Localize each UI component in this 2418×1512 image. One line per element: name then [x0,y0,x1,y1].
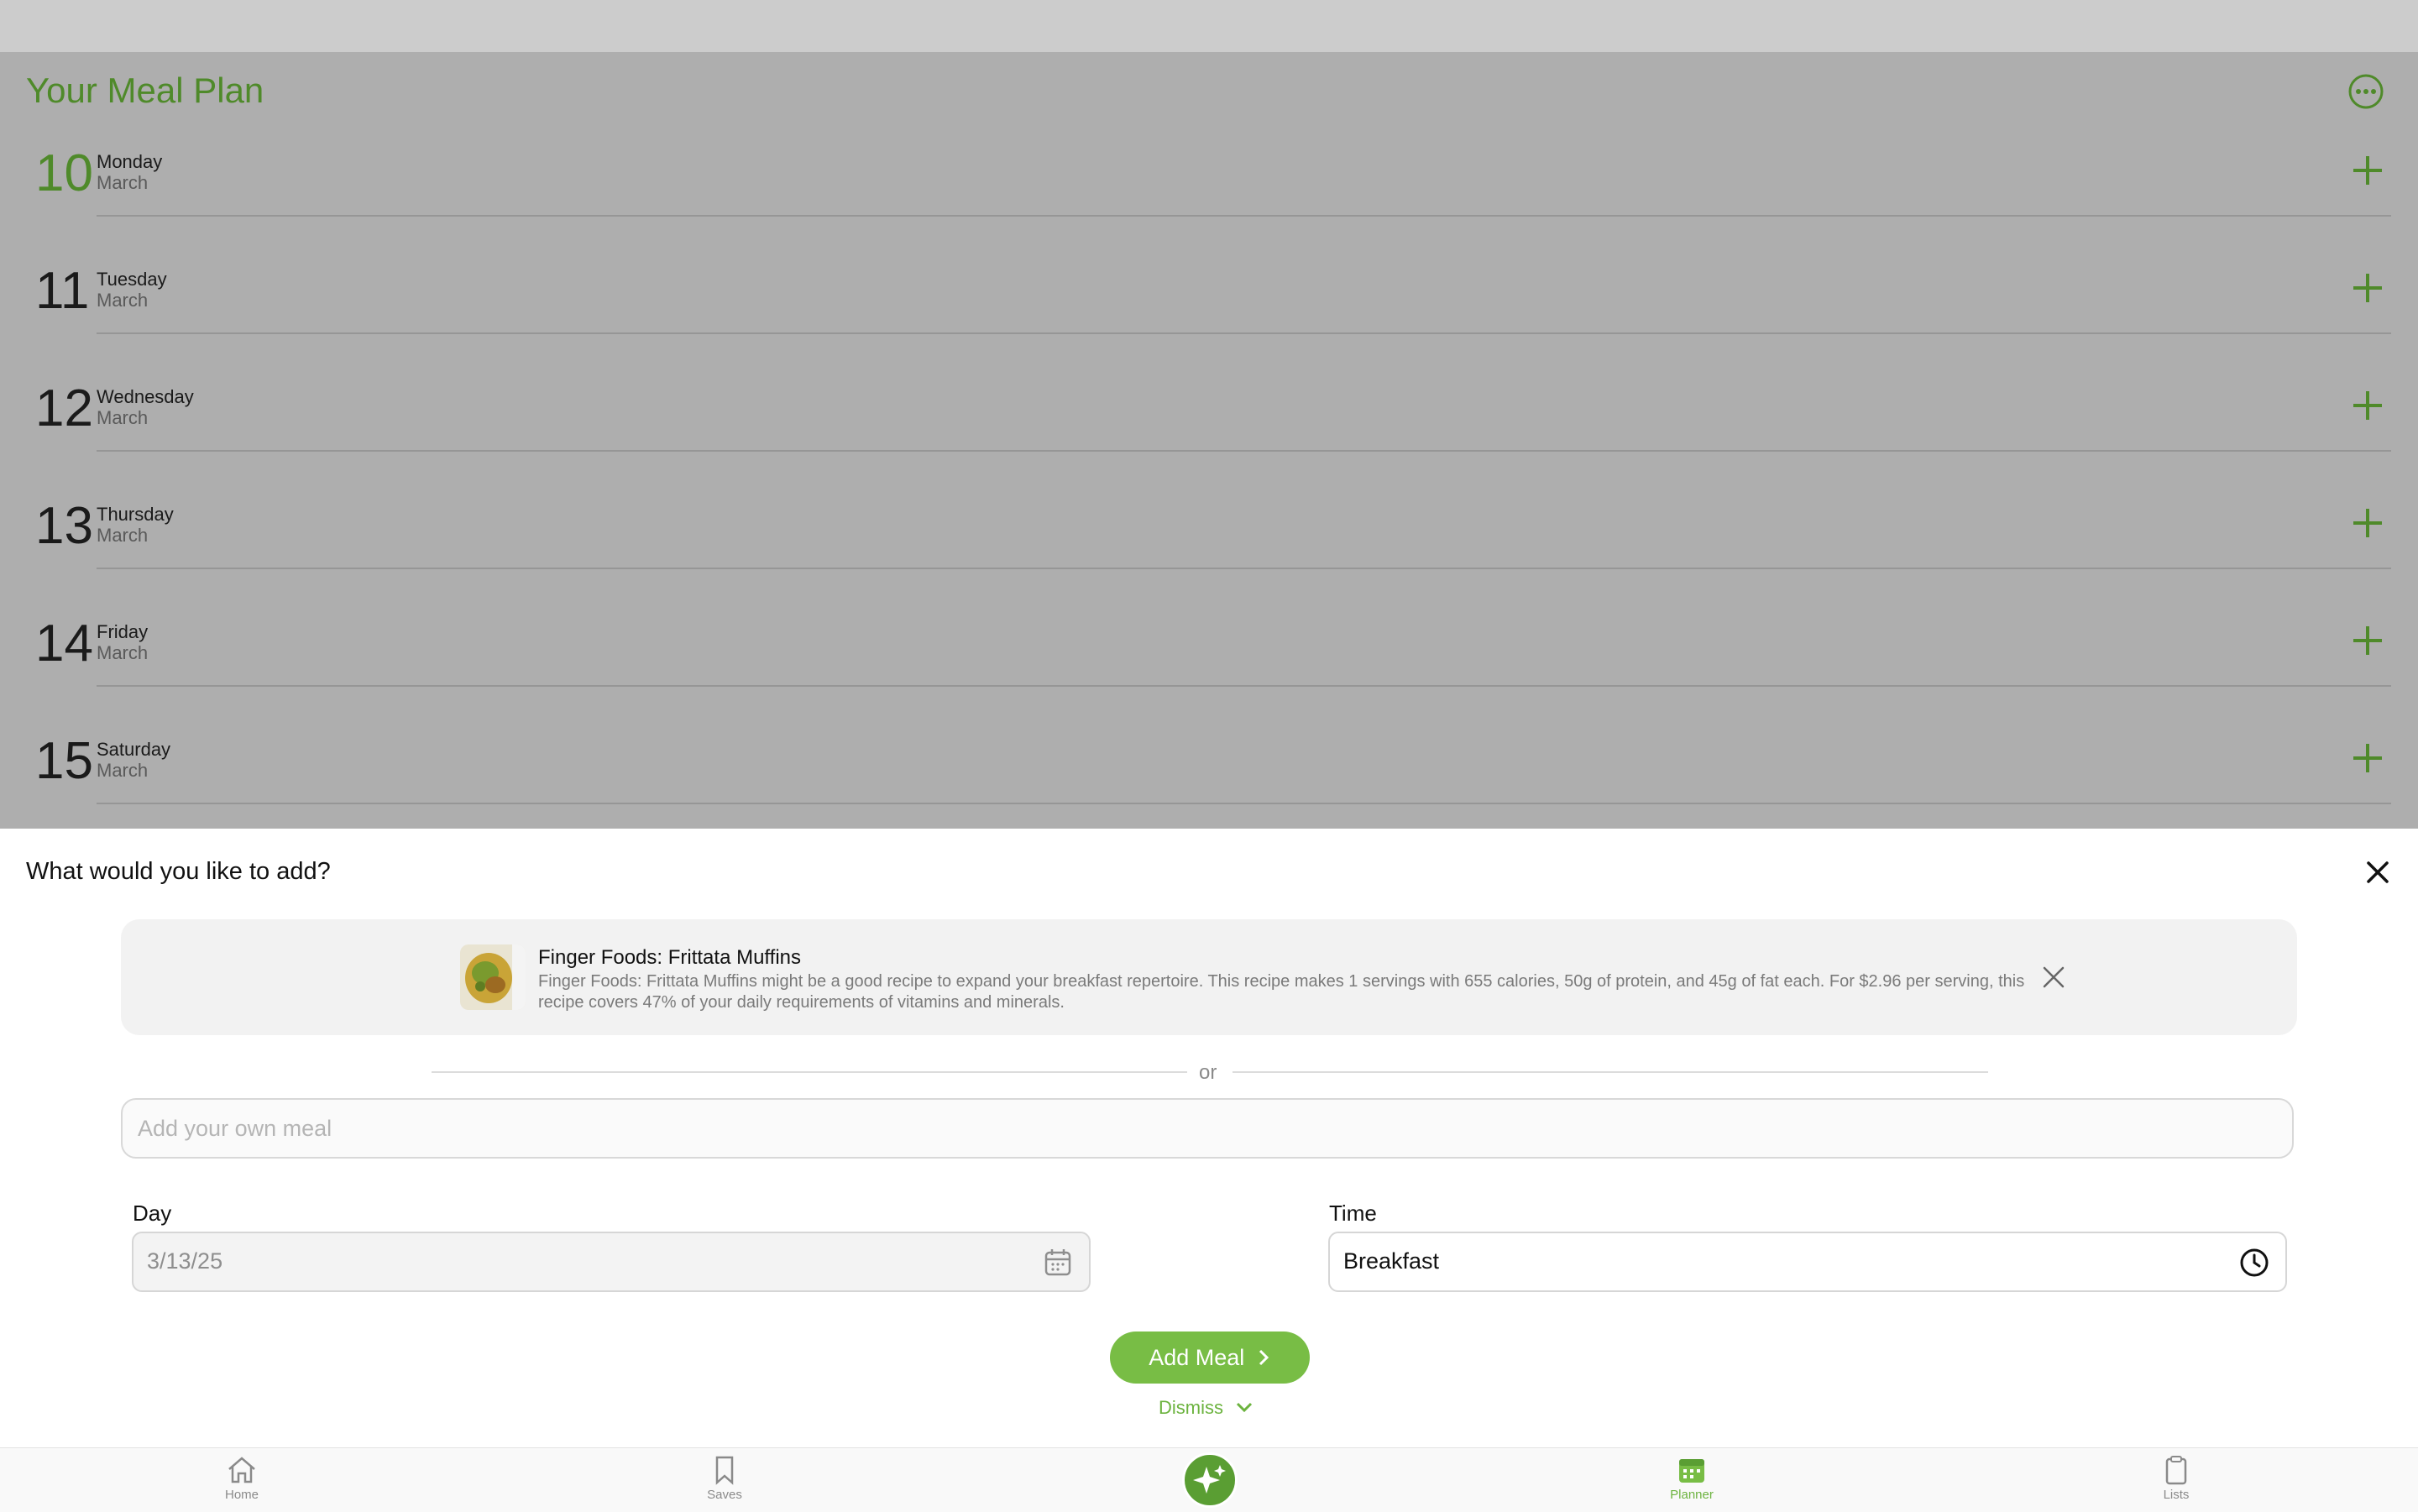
day-weekday: Wednesday [97,386,194,407]
dismiss-label: Dismiss [1159,1397,1223,1418]
day-weekday: Monday [97,151,163,172]
calendar-icon [1044,1249,1071,1276]
day-number: 10 [35,144,93,202]
day-value: 3/13/25 [147,1248,223,1274]
page-title: Your Meal Plan [26,71,264,110]
add-meal-button[interactable]: Add Meal [1110,1332,1310,1384]
dismiss-button[interactable]: Dismiss [1159,1397,1253,1419]
ai-assistant-button[interactable] [1182,1452,1238,1508]
more-options-icon[interactable] [2348,74,2384,109]
day-row-saturday: 15 Saturday March [0,712,2418,829]
day-number: 13 [35,497,93,555]
day-number: 12 [35,379,93,437]
recipe-thumbnail [460,944,526,1010]
day-number: 11 [35,262,90,320]
day-row-monday: 10 Monday March [0,124,2418,242]
time-picker[interactable]: Breakfast [1328,1232,2287,1292]
remove-recipe-icon[interactable] [2039,963,2068,991]
tab-label: Saves [707,1488,742,1502]
day-weekday: Friday [97,621,149,642]
day-row-thursday: 13 Thursday March [0,477,2418,594]
status-bar [0,0,2418,52]
divider [97,568,2391,569]
tab-planner[interactable]: Planner [1641,1455,1742,1502]
calendar-icon [1679,1459,1704,1483]
divider [97,450,2391,452]
close-icon[interactable] [2361,855,2394,889]
day-weekday: Tuesday [97,269,167,290]
tab-label: Planner [1670,1488,1714,1502]
sparkle-icon [1193,1465,1226,1494]
recipe-description: Finger Foods: Frittata Muffins might be … [538,972,2025,1012]
tab-saves[interactable]: Saves [674,1455,775,1502]
recipe-suggestion-card[interactable]: Finger Foods: Frittata Muffins Finger Fo… [121,919,2297,1035]
day-label: Day [133,1201,172,1226]
divider [432,1071,1187,1073]
clock-icon [2240,1248,2269,1277]
add-meal-plus-icon[interactable] [2350,388,2385,423]
divider [97,332,2391,334]
tab-label: Lists [2163,1488,2190,1502]
day-weekday: Thursday [97,504,174,525]
day-month: March [97,525,149,546]
chevron-down-icon [1237,1402,1253,1413]
chevron-right-icon [1259,1349,1269,1366]
divider [97,803,2391,804]
add-meal-plus-icon[interactable] [2350,153,2385,188]
bookmark-icon [715,1456,734,1485]
recipe-title: Finger Foods: Frittata Muffins [538,946,802,969]
day-picker[interactable]: 3/13/25 [132,1232,1091,1292]
day-row-friday: 14 Friday March [0,594,2418,712]
day-number: 14 [35,615,93,672]
tab-home[interactable]: Home [191,1455,292,1502]
add-meal-plus-icon[interactable] [2350,623,2385,658]
add-meal-label: Add Meal [1149,1345,1245,1370]
divider [1233,1071,1988,1073]
day-month: March [97,172,149,193]
time-value: Breakfast [1343,1248,1440,1274]
day-weekday: Saturday [97,739,171,760]
day-row-wednesday: 12 Wednesday March [0,359,2418,477]
day-number: 15 [35,732,93,790]
clipboard-icon [2165,1456,2187,1485]
divider [97,685,2391,687]
day-month: March [97,290,149,311]
day-month: March [97,407,149,428]
or-separator: or [1199,1061,1217,1084]
meal-plan-view: Your Meal Plan 10 Monday March 11 Tuesda… [0,52,2418,829]
time-label: Time [1329,1201,1377,1226]
home-icon [228,1457,255,1483]
tab-label: Home [224,1488,259,1502]
sheet-title: What would you like to add? [26,858,331,885]
add-meal-plus-icon[interactable] [2350,740,2385,776]
day-row-tuesday: 11 Tuesday March [0,242,2418,359]
day-month: March [97,642,149,663]
add-meal-plus-icon[interactable] [2350,270,2385,306]
add-meal-plus-icon[interactable] [2350,505,2385,541]
own-meal-input[interactable] [121,1098,2294,1159]
tab-lists[interactable]: Lists [2126,1455,2227,1502]
day-month: March [97,760,149,781]
divider [97,215,2391,217]
